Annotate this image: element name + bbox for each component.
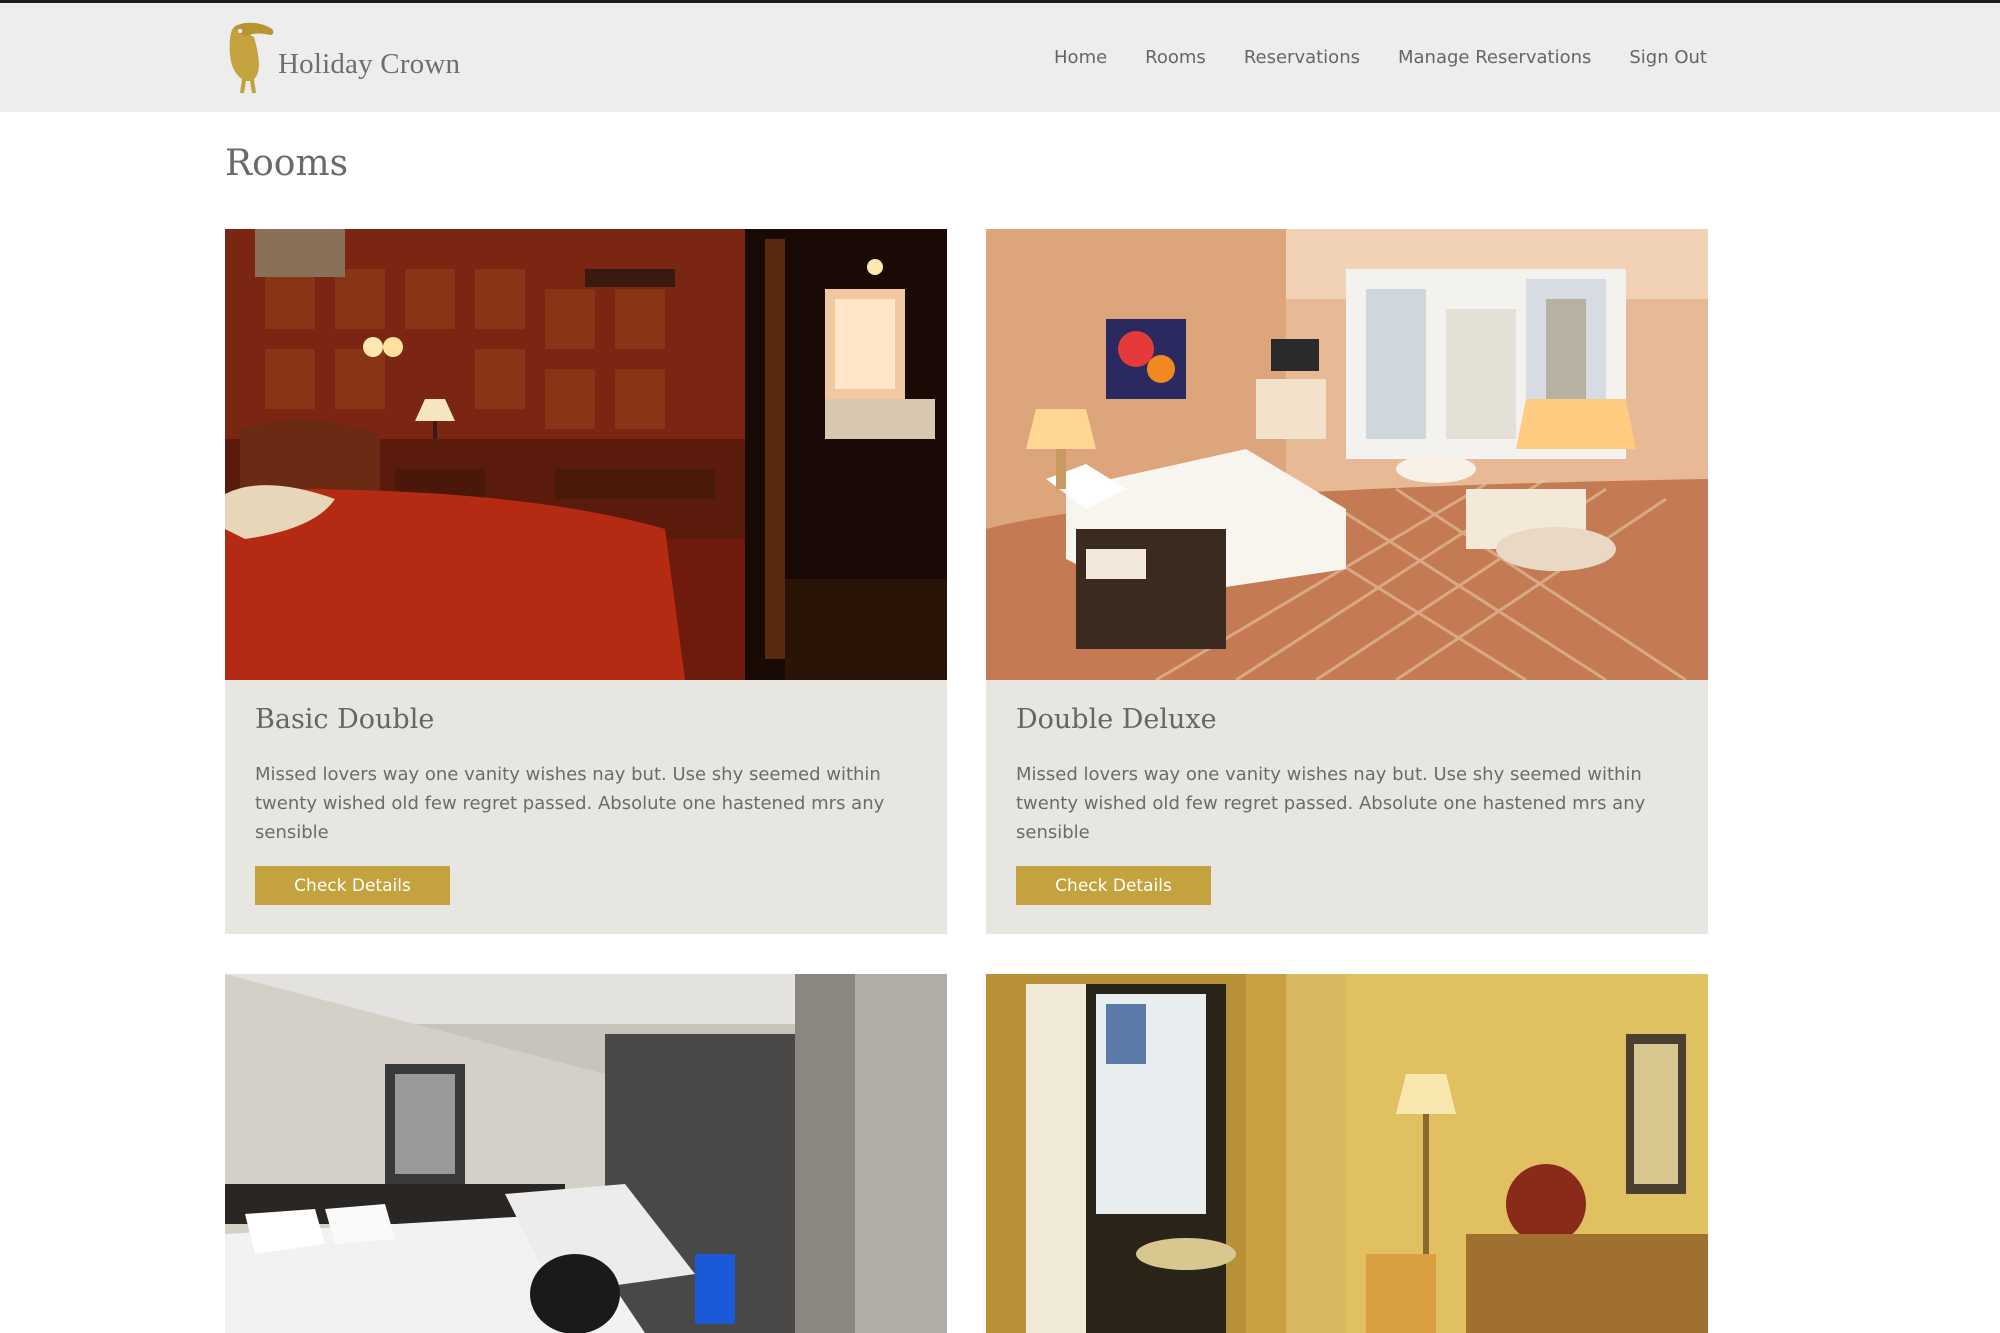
room-description: Missed lovers way one vanity wishes nay … (255, 764, 885, 843)
room-image (986, 229, 1708, 680)
nav-manage-reservations[interactable]: Manage Reservations (1398, 47, 1591, 68)
site-header: Holiday Crown Home Rooms Reservations Ma… (0, 3, 2000, 112)
room-name: Double Deluxe (1016, 704, 1217, 735)
page-title: Rooms (225, 143, 349, 184)
room-card-body: Basic Double Missed lovers way one vanit… (225, 680, 947, 934)
main-nav: Home Rooms Reservations Manage Reservati… (1054, 47, 1707, 68)
room-card-basic-double: Basic Double Missed lovers way one vanit… (225, 229, 947, 934)
nav-rooms[interactable]: Rooms (1145, 47, 1206, 68)
room-image[interactable] (225, 974, 947, 1333)
room-image (225, 229, 947, 680)
room-card-body: Double Deluxe Missed lovers way one vani… (986, 680, 1708, 934)
room-card (225, 974, 947, 1333)
room-description: Missed lovers way one vanity wishes nay … (1016, 764, 1646, 843)
room-name: Basic Double (255, 704, 435, 735)
room-image[interactable] (986, 974, 1708, 1333)
room-card-double-deluxe: Double Deluxe Missed lovers way one vani… (986, 229, 1708, 934)
check-details-button[interactable]: Check Details (1016, 866, 1211, 905)
room-photo[interactable] (986, 229, 1708, 680)
brand-logo[interactable]: Holiday Crown (224, 21, 460, 97)
nav-reservations[interactable]: Reservations (1244, 47, 1360, 68)
toucan-icon (229, 22, 274, 93)
nav-home[interactable]: Home (1054, 47, 1107, 68)
room-photo[interactable] (225, 229, 947, 680)
check-details-button[interactable]: Check Details (255, 866, 450, 905)
nav-sign-out[interactable]: Sign Out (1629, 47, 1707, 68)
brand-name: Holiday Crown (278, 47, 461, 80)
room-card (986, 974, 1708, 1333)
